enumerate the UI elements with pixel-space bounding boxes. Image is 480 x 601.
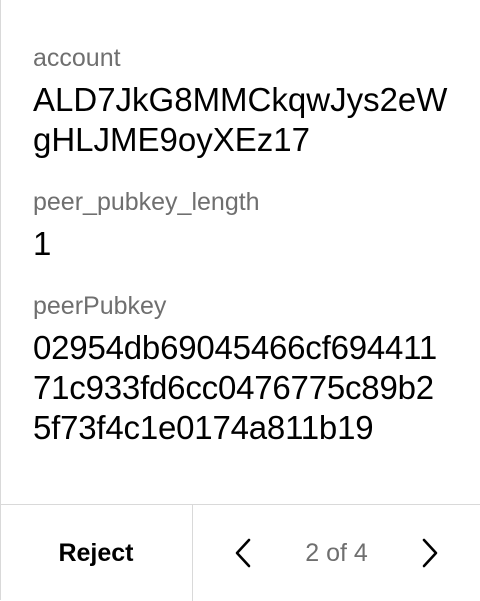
footer-bar: Reject 2 of 4 (0, 504, 480, 601)
field-label: account (33, 44, 121, 72)
page-indicator: 2 of 4 (305, 538, 368, 567)
pager: 2 of 4 (193, 505, 480, 601)
transaction-details: account ALD7JkG8MMCkqwJys2eWgHLJME9oyXEz… (33, 40, 453, 448)
field-value: 1 (33, 225, 52, 262)
field-label: peerPubkey (33, 292, 167, 320)
field-value: 02954db69045466cf69441171c933fd6cc047677… (33, 329, 438, 446)
field-account: account ALD7JkG8MMCkqwJys2eWgHLJME9oyXEz… (33, 40, 453, 160)
reject-button[interactable]: Reject (0, 505, 193, 601)
field-value: ALD7JkG8MMCkqwJys2eWgHLJME9oyXEz17 (33, 81, 448, 158)
chevron-left-icon[interactable] (231, 535, 255, 571)
chevron-right-icon[interactable] (418, 535, 442, 571)
field-peer-pubkey-length: peer_pubkey_length 1 (33, 184, 453, 264)
field-peer-pubkey: peerPubkey 02954db69045466cf69441171c933… (33, 288, 453, 448)
field-label: peer_pubkey_length (33, 188, 260, 216)
